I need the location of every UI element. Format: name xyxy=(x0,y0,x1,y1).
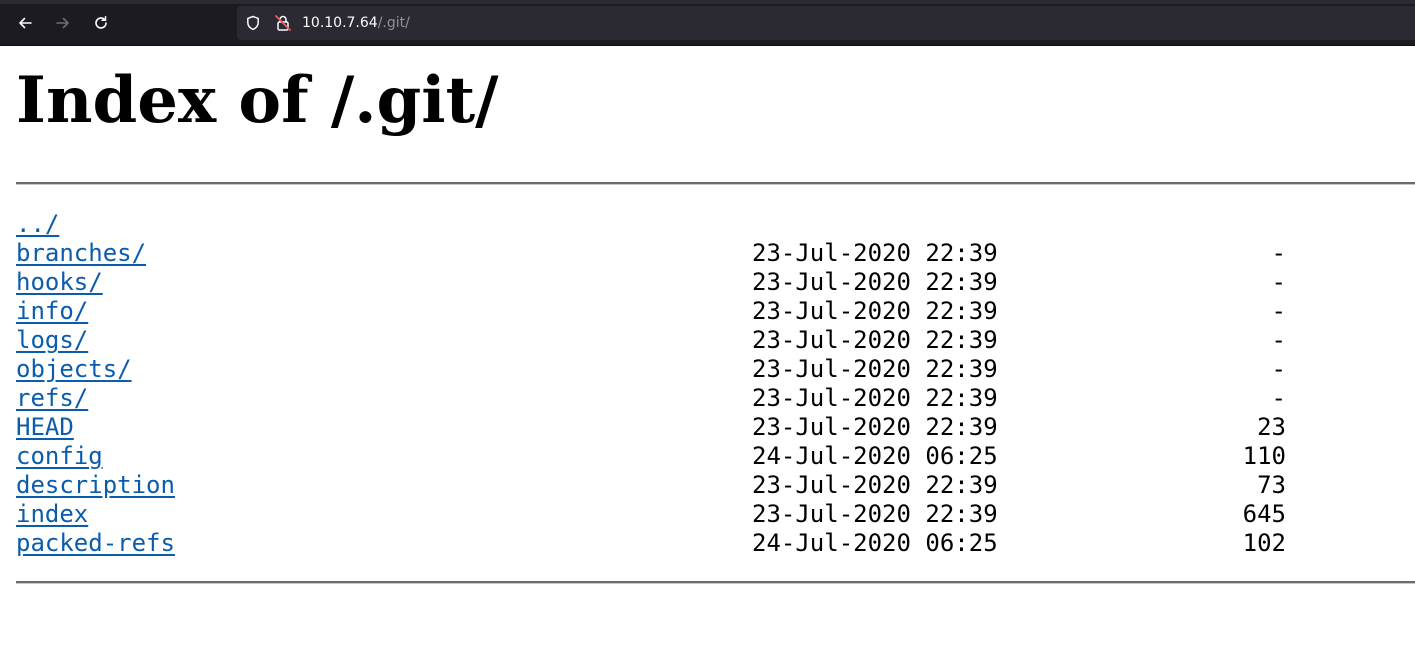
file-link[interactable]: HEAD xyxy=(16,413,74,442)
file-link[interactable]: index xyxy=(16,500,88,529)
modified-date: 24-Jul-2020 06:25 xyxy=(752,529,998,557)
tab-strip-edge xyxy=(0,0,1415,4)
bottom-divider xyxy=(16,581,1415,584)
modified-date: 23-Jul-2020 22:39 xyxy=(752,471,998,499)
modified-date: 23-Jul-2020 22:39 xyxy=(752,239,998,267)
modified-date: 23-Jul-2020 22:39 xyxy=(752,413,998,441)
file-size: - xyxy=(1271,355,1286,383)
file-size: - xyxy=(1271,239,1286,267)
url-text[interactable]: 10.10.7.64/.git/ xyxy=(302,14,410,32)
file-link[interactable]: refs/ xyxy=(16,384,88,413)
modified-date: 23-Jul-2020 22:39 xyxy=(752,268,998,296)
modified-date: 23-Jul-2020 22:39 xyxy=(752,326,998,354)
insecure-lock-icon[interactable] xyxy=(274,14,292,36)
file-link[interactable]: hooks/ xyxy=(16,268,103,297)
top-divider xyxy=(16,182,1415,185)
file-link[interactable]: logs/ xyxy=(16,326,88,355)
file-link[interactable]: packed-refs xyxy=(16,529,175,558)
file-size: 23 xyxy=(1257,413,1286,441)
forward-button[interactable] xyxy=(48,8,78,38)
file-size: 102 xyxy=(1242,529,1286,557)
modified-date: 24-Jul-2020 06:25 xyxy=(752,442,998,470)
reload-button[interactable] xyxy=(86,8,116,38)
reload-icon xyxy=(95,16,107,29)
back-button[interactable] xyxy=(10,8,40,38)
file-size: - xyxy=(1271,384,1286,412)
file-size: - xyxy=(1271,297,1286,325)
file-link[interactable]: branches/ xyxy=(16,239,146,268)
modified-date: 23-Jul-2020 22:39 xyxy=(752,355,998,383)
modified-date: 23-Jul-2020 22:39 xyxy=(752,500,998,528)
page-title: Index of /.git/ xyxy=(16,63,499,138)
address-bar[interactable]: 10.10.7.64/.git/ xyxy=(237,6,1415,40)
browser-toolbar: 10.10.7.64/.git/ xyxy=(0,0,1415,46)
file-size: 645 xyxy=(1242,500,1286,528)
modified-date: 23-Jul-2020 22:39 xyxy=(752,297,998,325)
url-host: 10.10.7.64 xyxy=(302,15,378,31)
file-size: 110 xyxy=(1242,442,1286,470)
arrow-right-icon xyxy=(56,17,69,29)
parent-directory-link[interactable]: ../ xyxy=(16,210,59,239)
file-link[interactable]: description xyxy=(16,471,175,500)
file-link[interactable]: config xyxy=(16,442,103,471)
url-path: /.git/ xyxy=(377,15,410,31)
arrow-left-icon xyxy=(19,17,32,29)
file-size: 73 xyxy=(1257,471,1286,499)
file-size: - xyxy=(1271,326,1286,354)
tracking-protection-icon[interactable] xyxy=(245,15,261,35)
file-size: - xyxy=(1271,268,1286,296)
file-link[interactable]: info/ xyxy=(16,297,88,326)
modified-date: 23-Jul-2020 22:39 xyxy=(752,384,998,412)
file-link[interactable]: objects/ xyxy=(16,355,132,384)
